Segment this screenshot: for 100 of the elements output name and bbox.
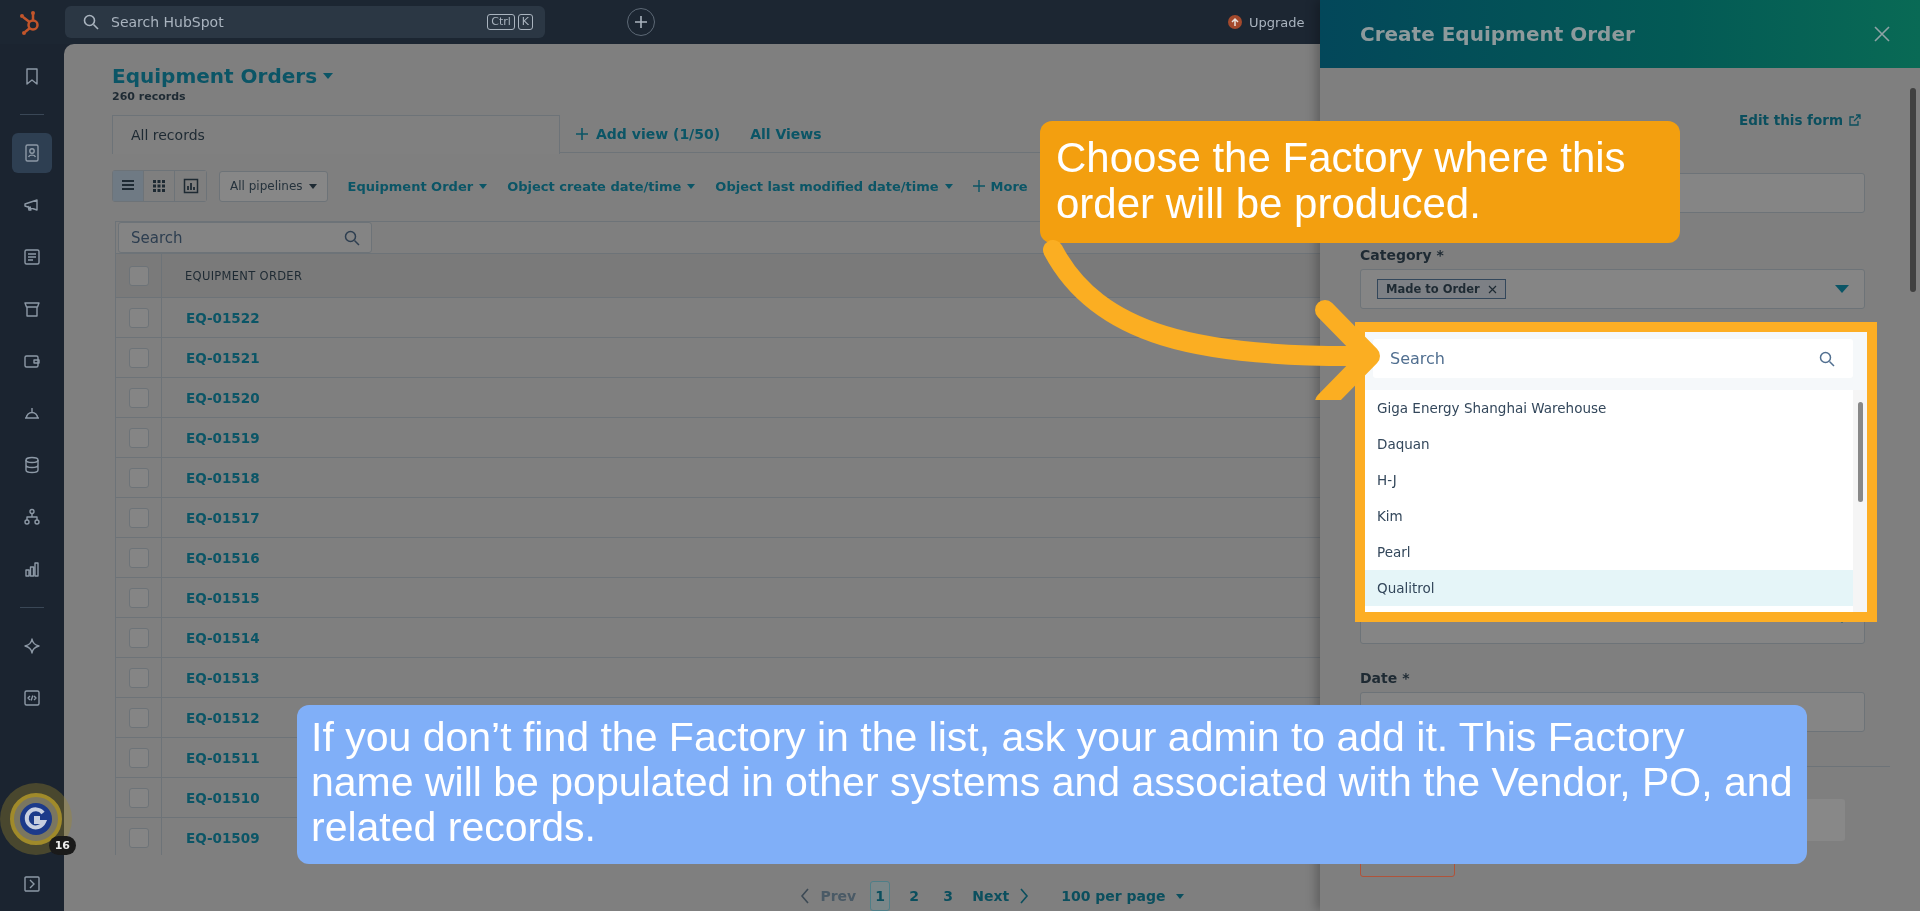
row-checkbox[interactable] xyxy=(128,627,149,648)
caret-icon xyxy=(1835,285,1849,293)
search-field[interactable]: Search xyxy=(1373,339,1853,378)
sparkle-icon xyxy=(22,636,42,656)
row-checkbox[interactable] xyxy=(128,387,149,408)
keyboard-key: K xyxy=(517,14,533,30)
row-checkbox[interactable] xyxy=(128,547,149,568)
dropdown-option[interactable]: Pearl xyxy=(1365,534,1853,570)
filter-dropdown[interactable]: Equipment Order xyxy=(347,178,488,194)
field-label: Category * xyxy=(1360,247,1445,263)
dropdown-option[interactable]: Qualitrol xyxy=(1365,570,1853,606)
row-checkbox[interactable] xyxy=(128,667,149,688)
order-link[interactable]: EQ-01517 xyxy=(162,509,260,526)
search-icon xyxy=(1819,351,1835,367)
database-icon xyxy=(22,455,42,475)
view-mode-button[interactable] xyxy=(113,171,144,201)
edit-form-link[interactable]: Edit this form xyxy=(1739,112,1861,128)
caret-icon xyxy=(308,183,317,189)
g-logo-icon xyxy=(18,801,54,837)
select-all-checkbox[interactable] xyxy=(128,265,149,286)
dropdown-option[interactable]: Daquan xyxy=(1365,426,1853,462)
count-badge: 16 xyxy=(48,836,76,855)
chart-icon xyxy=(182,178,199,194)
panel-title: Create Equipment Order xyxy=(1360,22,1635,46)
row-checkbox[interactable] xyxy=(128,307,149,328)
row-checkbox[interactable] xyxy=(128,787,149,808)
keyboard-key: Ctrl xyxy=(487,14,515,30)
plus-icon xyxy=(972,180,985,192)
chevron-right-icon xyxy=(1019,888,1030,904)
caret-icon xyxy=(479,183,488,189)
dropdown-option[interactable]: Giga Energy Shanghai Warehouse xyxy=(1365,390,1853,426)
order-link[interactable]: EQ-01515 xyxy=(162,589,260,606)
chevron-left-icon xyxy=(800,888,811,904)
next-button[interactable]: Next xyxy=(972,888,1030,904)
row-checkbox[interactable] xyxy=(128,347,149,368)
close-button[interactable] xyxy=(1872,24,1892,44)
caret-icon xyxy=(322,72,335,80)
order-link[interactable]: EQ-01519 xyxy=(162,429,260,446)
add-view-button[interactable]: Add view (1/50) xyxy=(576,125,735,142)
order-link[interactable]: EQ-01509 xyxy=(162,829,260,846)
search-icon xyxy=(83,14,99,30)
filter-dropdown[interactable]: Object last modified date/time xyxy=(715,178,953,194)
bar-chart-icon xyxy=(22,559,42,579)
remove-icon[interactable] xyxy=(1487,284,1497,294)
more-filters-button[interactable]: More xyxy=(972,178,1028,194)
column-header[interactable]: EQUIPMENT ORDER xyxy=(162,268,303,283)
code-icon xyxy=(22,688,42,708)
order-link[interactable]: EQ-01512 xyxy=(162,709,260,726)
expand-icon xyxy=(22,874,42,894)
row-checkbox[interactable] xyxy=(128,467,149,488)
callout-tooltip: If you don’t find the Factory in the list, ask your admin to add it. This Factory name will be populated in other systems and associated with the Vendor, PO, and related records. xyxy=(297,705,1807,865)
caret-icon xyxy=(687,183,696,189)
order-link[interactable]: EQ-01513 xyxy=(162,669,260,686)
contacts-icon xyxy=(22,143,42,163)
page-button[interactable]: 1 xyxy=(870,881,891,911)
view-title[interactable]: Equipment Orders xyxy=(112,64,335,88)
caret-icon xyxy=(1175,893,1184,899)
view-tab[interactable]: All records xyxy=(112,114,560,154)
plus-icon xyxy=(576,127,588,140)
order-link[interactable]: EQ-01521 xyxy=(162,349,260,366)
scrollbar[interactable] xyxy=(1853,390,1867,612)
filter-dropdown[interactable]: Object create date/time xyxy=(507,178,696,194)
order-link[interactable]: EQ-01511 xyxy=(162,749,260,766)
row-checkbox[interactable] xyxy=(128,507,149,528)
category-select[interactable]: Made to Order xyxy=(1360,269,1865,309)
row-checkbox[interactable] xyxy=(128,427,149,448)
order-link[interactable]: EQ-01518 xyxy=(162,469,260,486)
per-page-dropdown[interactable]: 100 per page xyxy=(1061,888,1184,904)
row-checkbox[interactable] xyxy=(128,587,149,608)
search-field[interactable]: Search xyxy=(118,222,372,253)
callout-tooltip: Choose the Factory where this order will be produced. xyxy=(1040,121,1680,243)
record-count: 260 records xyxy=(112,90,187,103)
page-button[interactable]: 3 xyxy=(938,881,959,911)
upgrade-link[interactable]: Upgrade xyxy=(1228,14,1305,30)
order-link[interactable]: EQ-01510 xyxy=(162,789,260,806)
order-link[interactable]: EQ-01514 xyxy=(162,629,260,646)
field-label: Date * xyxy=(1360,670,1411,686)
row-checkbox[interactable] xyxy=(128,827,149,848)
caret-icon xyxy=(944,183,953,189)
order-link[interactable]: EQ-01522 xyxy=(162,309,260,326)
upgrade-icon xyxy=(1228,15,1242,29)
dropdown-option[interactable]: Kim xyxy=(1365,498,1853,534)
sidebar-item[interactable] xyxy=(12,133,52,173)
all-views-link[interactable]: All Views xyxy=(750,125,836,142)
hierarchy-icon xyxy=(22,507,42,527)
store-icon xyxy=(22,299,42,319)
order-link[interactable]: EQ-01516 xyxy=(162,549,260,566)
row-checkbox[interactable] xyxy=(128,747,149,768)
close-icon xyxy=(1874,26,1890,42)
external-link-icon xyxy=(1849,114,1861,126)
order-link[interactable]: EQ-01520 xyxy=(162,389,260,406)
row-checkbox[interactable] xyxy=(128,707,149,728)
page-button[interactable]: 2 xyxy=(904,881,925,911)
pipeline-dropdown[interactable]: All pipelines xyxy=(219,170,328,202)
plus-icon xyxy=(634,15,648,29)
search-icon xyxy=(344,230,360,246)
grid-icon xyxy=(151,178,167,194)
form-icon xyxy=(22,247,42,267)
dropdown-option[interactable]: H-J xyxy=(1365,462,1853,498)
category-tag: Made to Order xyxy=(1377,279,1506,299)
